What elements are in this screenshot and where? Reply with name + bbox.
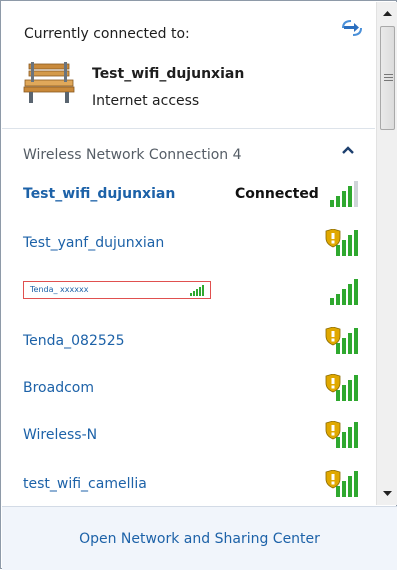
redacted-network-box: Tenda_ xxxxxx: [23, 281, 211, 299]
network-name: Broadcom: [23, 380, 94, 396]
secured-signal-icon: [325, 470, 358, 497]
network-name: Wireless-N: [23, 427, 98, 443]
secured-signal-icon: [325, 327, 358, 354]
secured-signal-icon: [325, 421, 358, 448]
network-name: Tenda_082525: [23, 333, 125, 349]
network-flyout: Currently connected to: Test_wifi_dujunx…: [0, 0, 397, 570]
signal-strength-icon: [330, 279, 358, 305]
scrollbar-thumb[interactable]: [380, 26, 395, 130]
signal-strength-icon: [190, 285, 204, 296]
current-connection: Currently connected to: Test_wifi_dujunx…: [2, 2, 375, 129]
current-connection-title: Currently connected to:: [24, 26, 190, 42]
chevron-up-icon[interactable]: [340, 143, 356, 157]
vertical-scrollbar[interactable]: [376, 2, 397, 505]
network-name: Test_yanf_dujunxian: [23, 235, 165, 251]
refresh-icon[interactable]: [341, 19, 363, 37]
network-item[interactable]: Broadcom: [2, 367, 375, 413]
grip-icon: [384, 74, 393, 81]
signal-strength-icon: [330, 181, 358, 207]
network-name: Test_wifi_dujunxian: [23, 186, 176, 202]
network-item[interactable]: Test_wifi_dujunxian Connected: [2, 173, 375, 219]
footer: Open Network and Sharing Center: [2, 506, 397, 570]
scroll-up-arrow-icon[interactable]: [377, 4, 397, 24]
network-item[interactable]: test_wifi_camellia: [2, 463, 375, 509]
network-item[interactable]: Tenda_ xxxxxx: [2, 271, 375, 317]
bench-icon: [23, 62, 75, 103]
adapter-name: Wireless Network Connection 4: [23, 147, 242, 163]
network-item[interactable]: Tenda_082525: [2, 320, 375, 366]
scroll-down-arrow-icon[interactable]: [377, 483, 397, 503]
open-network-sharing-center-link[interactable]: Open Network and Sharing Center: [2, 531, 397, 547]
network-name: Tenda_ xxxxxx: [30, 285, 89, 294]
secured-signal-icon: [325, 374, 358, 401]
adapter-section-header[interactable]: Wireless Network Connection 4: [2, 129, 375, 173]
network-item[interactable]: Test_yanf_dujunxian: [2, 222, 375, 268]
network-status: Connected: [235, 186, 319, 202]
connection-status: Internet access: [92, 93, 200, 109]
network-item[interactable]: Wireless-N: [2, 414, 375, 460]
secured-signal-icon: [325, 229, 358, 256]
connected-network-name: Test_wifi_dujunxian: [92, 66, 245, 82]
network-name: test_wifi_camellia: [23, 476, 147, 492]
